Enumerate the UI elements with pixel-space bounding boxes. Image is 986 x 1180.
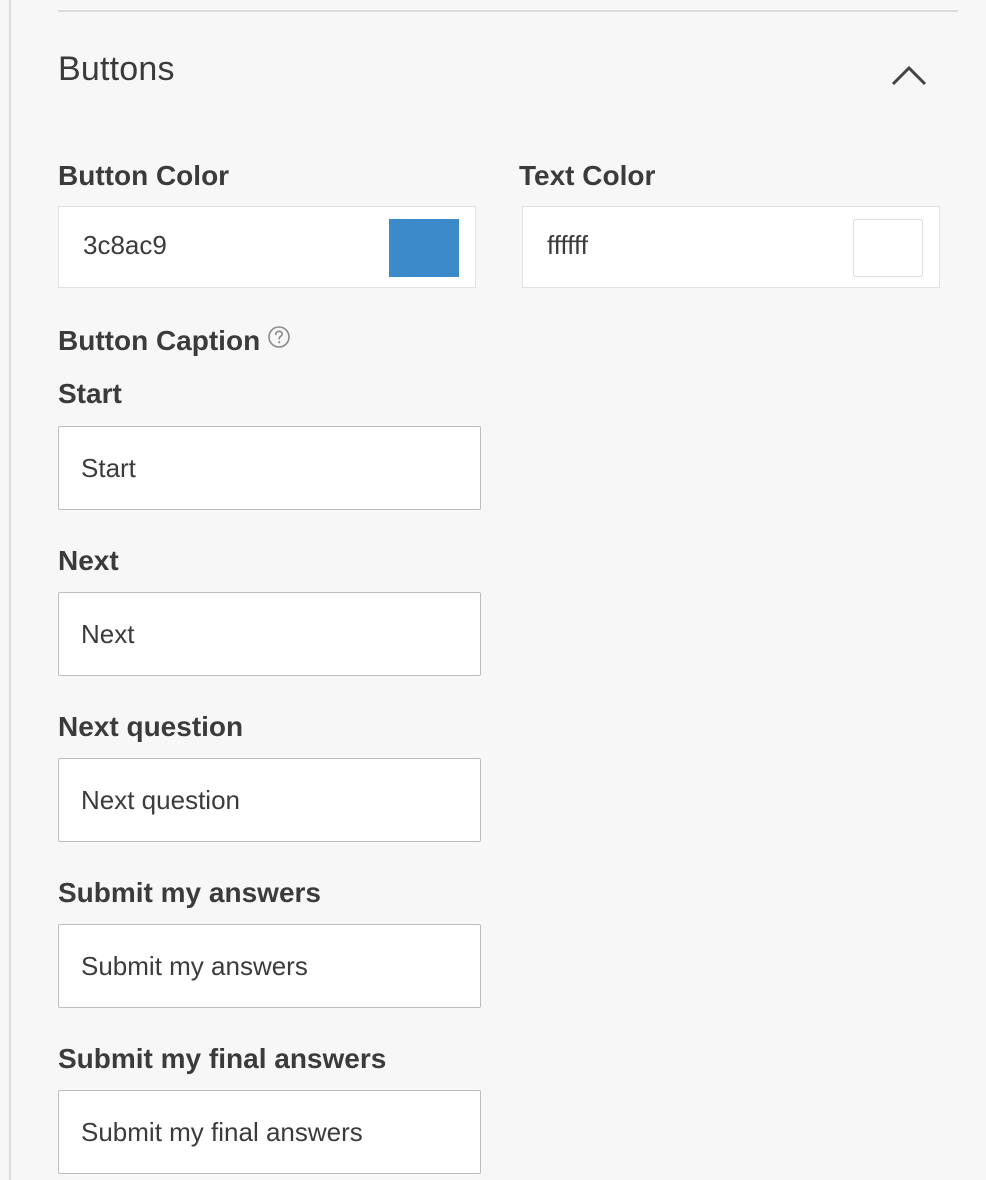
chevron-up-icon [891, 65, 927, 86]
caption-label-submit-my-answers: Submit my answers [58, 877, 321, 908]
collapse-section-button[interactable] [884, 52, 934, 98]
caption-input-submit-my-final-answers[interactable] [58, 1090, 481, 1174]
caption-label-start: Start [58, 378, 122, 409]
text-color-label: Text Color [519, 160, 656, 191]
section-title: Buttons [58, 50, 175, 88]
button-color-swatch[interactable] [389, 219, 459, 277]
caption-label-submit-my-final-answers: Submit my final answers [58, 1043, 387, 1074]
text-color-input[interactable] [547, 225, 827, 265]
button-color-field [58, 206, 476, 288]
text-color-swatch[interactable] [853, 219, 923, 277]
question-circle-icon[interactable] [266, 324, 292, 357]
caption-label-next-question: Next question [58, 711, 244, 742]
text-color-field [522, 206, 940, 288]
caption-label-next: Next [58, 545, 119, 576]
button-caption-heading: Button Caption [58, 325, 292, 359]
button-color-input[interactable] [83, 225, 363, 265]
button-caption-label: Button Caption [58, 325, 261, 356]
panel-left-border [9, 0, 11, 1180]
caption-input-start[interactable] [58, 426, 481, 510]
caption-input-next[interactable] [58, 592, 481, 676]
caption-input-next-question[interactable] [58, 758, 481, 842]
section-divider [58, 10, 958, 12]
caption-input-submit-my-answers[interactable] [58, 924, 481, 1008]
button-color-label: Button Color [58, 160, 230, 191]
